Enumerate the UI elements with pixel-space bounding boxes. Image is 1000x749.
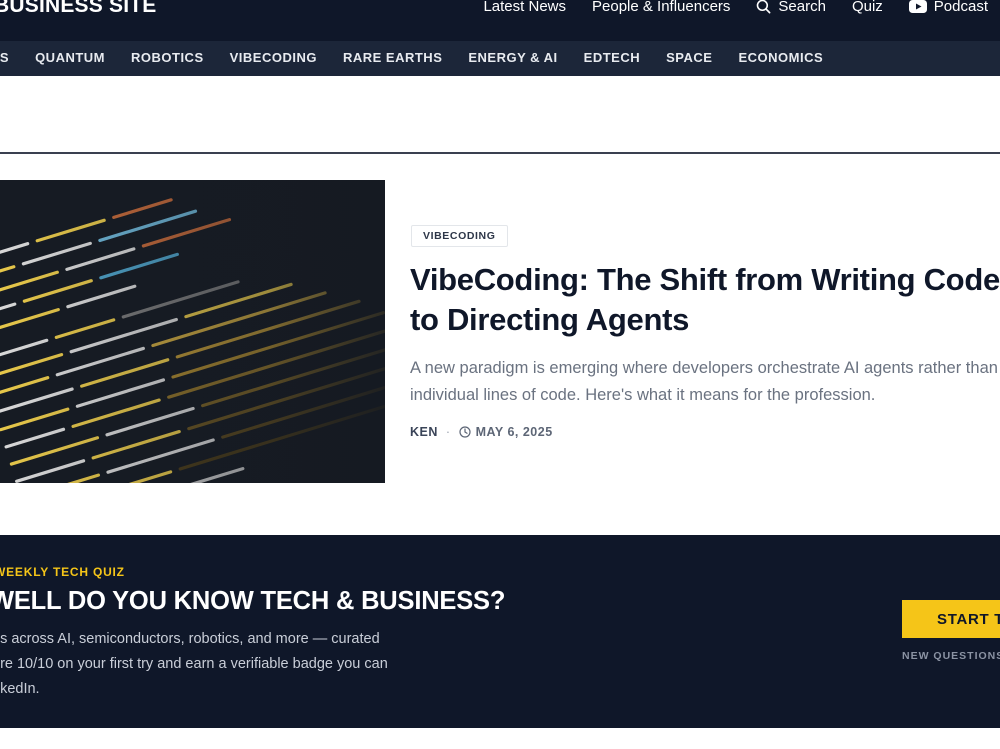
category-list: RS QUANTUM ROBOTICS VIBECODING RARE EART… (0, 50, 823, 65)
article-tag[interactable]: VIBECODING (411, 225, 508, 247)
code-screen-image (0, 180, 385, 483)
meta-separator: · (445, 425, 451, 439)
article-headline[interactable]: VibeCoding: The Shift from Writing Code … (410, 260, 1000, 340)
section-divider (0, 152, 1000, 154)
nav-quiz-label: Quiz (851, 0, 883, 15)
start-quiz-button[interactable]: START T (902, 600, 1000, 638)
article-excerpt: A new paradigm is emerging where develop… (410, 359, 998, 404)
category-link[interactable]: RS (0, 50, 9, 65)
category-edtech[interactable]: EDTECH (584, 50, 640, 65)
nav-people-influencers[interactable]: People & Influencers (592, 0, 730, 15)
nav-search[interactable]: Search (756, 0, 826, 15)
quiz-description: ns across AI, semiconductors, robotics, … (0, 627, 388, 702)
quiz-note: NEW QUESTIONS (902, 650, 1000, 662)
nav-latest-news[interactable]: Latest News (483, 0, 566, 15)
category-bar: RS QUANTUM ROBOTICS VIBECODING RARE EART… (0, 41, 1000, 76)
quiz-banner: WEEKLY TECH QUIZ WELL DO YOU KNOW TECH &… (0, 535, 1000, 728)
category-space[interactable]: SPACE (666, 50, 712, 65)
youtube-icon (908, 0, 927, 13)
category-rare-earths[interactable]: RARE EARTHS (343, 50, 442, 65)
page-bottom (0, 728, 1000, 749)
nav-latest-news-label: Latest News (483, 0, 566, 15)
category-quantum[interactable]: QUANTUM (35, 50, 105, 65)
quiz-description-line: ore 10/10 on your first try and earn a v… (0, 656, 388, 672)
quiz-description-line: nkedIn. (0, 681, 40, 697)
category-economics[interactable]: ECONOMICS (738, 50, 823, 65)
clock-icon (458, 426, 471, 438)
category-robotics[interactable]: ROBOTICS (131, 50, 204, 65)
nav-quiz[interactable]: Quiz (852, 0, 883, 15)
top-header: BUSINESS SITE Latest News People & Influ… (0, 0, 1000, 41)
article-date: MAY 6, 2025 (458, 425, 553, 439)
article-meta: KEN · MAY 6, 2025 (410, 425, 553, 439)
nav-search-label: Search (778, 0, 826, 15)
site-logo[interactable]: BUSINESS SITE (0, 0, 156, 18)
nav-podcast[interactable]: Podcast (908, 0, 988, 15)
search-icon (757, 0, 771, 14)
quiz-kicker: WEEKLY TECH QUIZ (0, 565, 125, 579)
top-nav: Latest News People & Influencers Search … (483, 0, 988, 15)
quiz-title: WELL DO YOU KNOW TECH & BUSINESS? (0, 587, 506, 615)
category-energy-ai[interactable]: ENERGY & AI (468, 50, 557, 65)
article-author[interactable]: KEN (410, 425, 438, 439)
featured-image[interactable] (0, 180, 385, 483)
nav-people-label: People & Influencers (592, 0, 731, 15)
article-date-text: MAY 6, 2025 (475, 425, 553, 439)
nav-podcast-label: Podcast (933, 0, 988, 15)
quiz-description-line: ns across AI, semiconductors, robotics, … (0, 631, 380, 647)
category-vibecoding[interactable]: VIBECODING (230, 50, 317, 65)
